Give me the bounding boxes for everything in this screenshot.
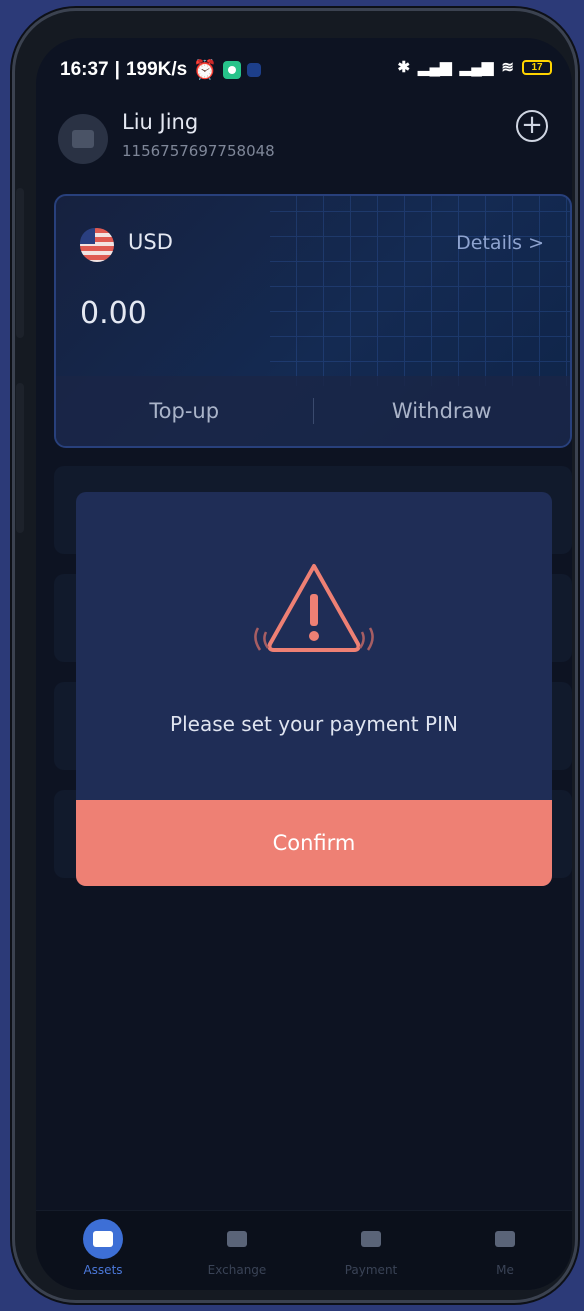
battery-icon: 17 [522, 59, 552, 75]
balance-amount: 0.00 [80, 296, 147, 331]
nav-label-exchange: Exchange [207, 1263, 267, 1277]
volume-button [16, 188, 24, 338]
notification-app-icon [222, 61, 241, 79]
add-icon[interactable]: + [516, 110, 548, 142]
screen: 16:37 | 199K/s ⏰ ✱ ▂▄▆ ▂▄▆ ≋ 17 Liu Jing… [36, 38, 572, 1290]
nav-label-assets: Assets [83, 1263, 123, 1277]
nav-item-assets[interactable]: Assets [36, 1211, 170, 1290]
card-actions: Top-up Withdraw [56, 376, 570, 446]
wifi-icon: ≋ [501, 59, 514, 76]
card-circuit-pattern [270, 196, 570, 386]
signal-icon-2: ▂▄▆ [459, 59, 494, 76]
status-bar: 16:37 | 199K/s ⏰ ✱ ▂▄▆ ▂▄▆ ≋ 17 [36, 38, 572, 96]
bottom-nav: Assets Exchange Payment Me [36, 1210, 572, 1290]
bluetooth-icon: ✱ [397, 59, 411, 76]
nav-item-exchange[interactable]: Exchange [170, 1211, 304, 1290]
user-name: Liu Jing [122, 110, 199, 134]
user-id: 1156757697758048 [122, 142, 275, 160]
avatar[interactable] [58, 114, 108, 164]
status-divider: | [114, 59, 120, 80]
alarm-icon: ⏰ [193, 60, 217, 81]
dialog-message: Please set your payment PIN [170, 712, 458, 736]
warning-icon [244, 558, 384, 668]
nav-label-payment: Payment [344, 1263, 398, 1277]
nav-item-me[interactable]: Me [438, 1211, 572, 1290]
payment-pin-dialog: Please set your payment PIN Confirm [76, 492, 552, 886]
exchange-icon [217, 1219, 257, 1259]
avatar-icon [72, 130, 94, 148]
confirm-button[interactable]: Confirm [76, 800, 552, 886]
wallet-icon [83, 1219, 123, 1259]
status-net-speed: 199K/s [125, 59, 188, 80]
account-card: USD Details > 0.00 Top-up Withdraw [54, 194, 572, 448]
phone-frame: 16:37 | 199K/s ⏰ ✱ ▂▄▆ ▂▄▆ ≋ 17 Liu Jing… [12, 8, 578, 1303]
profile-header: Liu Jing 1156757697758048 + [58, 108, 548, 168]
topup-button[interactable]: Top-up [56, 399, 313, 423]
user-icon [485, 1219, 525, 1259]
currency-label: USD [128, 230, 173, 254]
power-button [16, 383, 24, 533]
nav-label-me: Me [496, 1263, 514, 1277]
notification-image-icon [246, 63, 261, 77]
card-icon [351, 1219, 391, 1259]
nav-item-payment[interactable]: Payment [304, 1211, 438, 1290]
details-link[interactable]: Details > [456, 232, 544, 254]
signal-icon: ▂▄▆ [418, 59, 452, 76]
us-flag-icon [80, 228, 114, 262]
status-time: 16:37 [60, 59, 109, 80]
withdraw-button[interactable]: Withdraw [314, 399, 571, 423]
